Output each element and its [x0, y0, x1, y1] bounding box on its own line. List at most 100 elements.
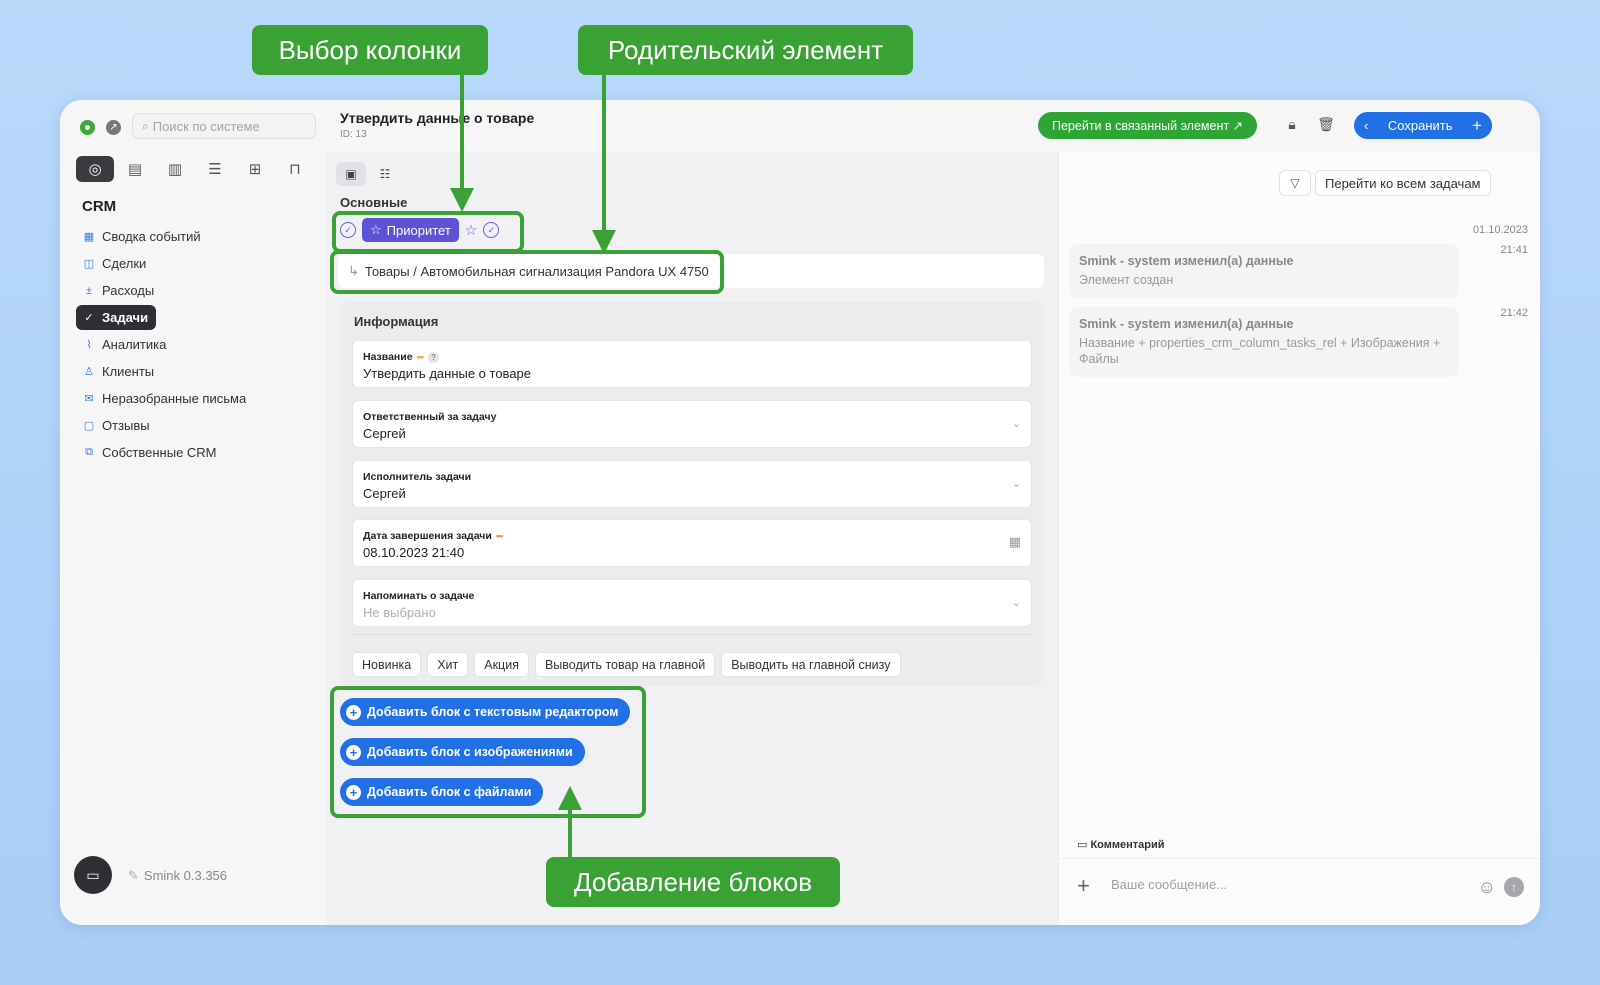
page-title: Утвердить данные о товаре	[340, 110, 535, 126]
external-link-icon[interactable]: ↗	[106, 120, 121, 135]
chart-line-icon: ⌇	[86, 339, 92, 351]
sidebar-item-unsorted-mail[interactable]: ✉ Неразобранные письма	[76, 386, 254, 411]
info-title: Информация	[354, 314, 439, 329]
sidebar-item-events[interactable]: ▦ Сводка событий	[76, 224, 209, 249]
comment-icon: ▭	[1077, 839, 1091, 851]
version-label: Smink 0.3.356	[143, 868, 228, 883]
chip-show-on-main[interactable]: Выводить товар на главной	[534, 652, 716, 677]
dashboard-icon[interactable]: ◎	[76, 156, 114, 182]
sidebar-item-deals[interactable]: ◫ Сделки	[76, 251, 154, 276]
brush-icon[interactable]: ⊓	[276, 156, 314, 182]
section-basic-title: Основные	[340, 195, 408, 210]
chip-show-on-main-bottom[interactable]: Выводить на главной снизу	[721, 652, 901, 677]
book-icon[interactable]: ▥	[156, 156, 194, 182]
search-box[interactable]: ⌕	[132, 113, 316, 139]
go-to-related-button[interactable]: Перейти в связанный элемент ↗	[1038, 112, 1258, 139]
app-version: ✎ Smink 0.3.356	[128, 868, 227, 884]
sidebar-item-analytics[interactable]: ⌇ Аналитика	[76, 332, 174, 357]
required-marker: •••	[495, 531, 504, 541]
chat-button[interactable]: ▭	[74, 856, 112, 894]
sidebar-item-label: Задачи	[102, 310, 149, 325]
plus-minus-icon: ±	[85, 284, 93, 297]
view-toggle: ▣ ☷	[336, 162, 400, 186]
sidebar-item-tasks[interactable]: ✓ Задачи	[76, 305, 157, 330]
name-field[interactable]: Название •••? Утвердить данные о товаре	[352, 340, 1032, 388]
list-view-icon[interactable]: ☷	[370, 162, 400, 186]
board-icon: ◫	[83, 258, 95, 270]
mail-icon: ✉	[84, 393, 94, 405]
grid-icon: ▦	[83, 231, 95, 243]
field-label-text: Дата завершения задачи	[363, 530, 492, 542]
sidebar-toolbar: ◎ ▤ ▥ ☰ ⊞ ⊓	[76, 156, 314, 182]
reminder-select[interactable]: Напоминать о задаче Не выбрано ⌄	[352, 579, 1032, 627]
log-entry: Smink - system изменил(а) данные Названи…	[1069, 307, 1459, 377]
field-label-text: Название	[363, 351, 413, 363]
field-label: Дата завершения задачи •••	[363, 530, 504, 542]
chevron-down-icon: ⌄	[1011, 478, 1021, 490]
search-input[interactable]	[152, 118, 303, 134]
field-value[interactable]: Утвердить данные о товаре	[363, 366, 531, 381]
sidebar: ↗ ⌕ ◎ ▤ ▥ ☰ ⊞ ⊓ CRM ▦ Сводка событий ◫ Сде…	[60, 100, 332, 925]
lock-icon[interactable]: 🔒︎	[1282, 116, 1302, 136]
calendar-icon[interactable]: ▦	[1009, 534, 1021, 550]
online-status-icon[interactable]	[80, 120, 95, 135]
field-label: Напоминать о задаче	[363, 590, 475, 602]
highlight-parent-element	[330, 250, 724, 294]
message-input[interactable]	[1111, 877, 1431, 892]
callout-parent-element: Родительский элемент	[578, 25, 913, 75]
chip-hit[interactable]: Хит	[427, 652, 469, 677]
sidebar-item-label: Расходы	[102, 283, 155, 298]
search-icon: ⌕	[142, 118, 149, 133]
log-detail: Элемент создан	[1079, 273, 1174, 287]
chip-sale[interactable]: Акция	[474, 652, 529, 677]
layout-icon[interactable]: ▤	[116, 156, 154, 182]
sidebar-item-label: Сделки	[102, 256, 147, 271]
due-date-field[interactable]: Дата завершения задачи ••• 08.10.2023 21:…	[352, 519, 1032, 567]
executor-select[interactable]: Исполнитель задачи Сергей ⌄	[352, 460, 1032, 508]
comment-label: ▭ Комментарий	[1077, 838, 1165, 851]
sidebar-item-label: Аналитика	[102, 337, 167, 352]
form-view-icon[interactable]: ▣	[336, 162, 366, 186]
property-chips: Новинка Хит Акция Выводить товар на глав…	[352, 652, 901, 677]
log-date: 01.10.2023	[1472, 224, 1528, 236]
log-title: Smink - system изменил(а) данные	[1079, 254, 1294, 268]
highlight-column-choice	[332, 211, 524, 253]
trash-icon[interactable]: 🗑︎	[1316, 116, 1336, 136]
sidebar-item-label: Сводка событий	[102, 229, 201, 244]
message-composer: + ☺ ↑	[1059, 858, 1540, 925]
required-marker: •••	[416, 352, 425, 362]
log-time: 21:41	[1500, 244, 1528, 256]
comment-label-text: Комментарий	[1090, 839, 1165, 851]
responsible-select[interactable]: Ответственный за задачу Сергей ⌄	[352, 400, 1032, 448]
field-value: Сергей	[363, 486, 406, 501]
chat-icon: ▭	[86, 866, 100, 883]
help-icon[interactable]: ?	[428, 352, 440, 363]
sidebar-section-title: CRM	[82, 198, 117, 215]
sidebar-item-expenses[interactable]: ± Расходы	[76, 278, 162, 303]
sidebar-item-clients[interactable]: ♙ Клиенты	[76, 359, 162, 384]
attach-plus-icon[interactable]: +	[1077, 873, 1090, 899]
pen-icon: ✎	[128, 868, 139, 883]
chip-new[interactable]: Новинка	[352, 652, 422, 677]
sliders-icon[interactable]: ☰	[196, 156, 234, 182]
add-square-icon[interactable]: ⊞	[236, 156, 274, 182]
activity-panel: ▽ Перейти ко всем задачам 01.10.2023 21:…	[1058, 152, 1540, 925]
filter-icon[interactable]: ▽	[1279, 170, 1311, 196]
send-icon[interactable]: ↑	[1504, 877, 1524, 897]
all-tasks-button[interactable]: Перейти ко всем задачам	[1315, 170, 1491, 196]
log-title: Smink - system изменил(а) данные	[1079, 317, 1294, 331]
app-window: ↗ ⌕ ◎ ▤ ▥ ☰ ⊞ ⊓ CRM ▦ Сводка событий ◫ Сде…	[60, 100, 1540, 925]
message-icon: ▢	[83, 420, 95, 432]
field-value: Сергей	[363, 426, 406, 441]
log-time: 21:42	[1500, 307, 1528, 319]
sidebar-item-reviews[interactable]: ▢ Отзывы	[76, 413, 158, 438]
field-value: 08.10.2023 21:40	[363, 545, 465, 560]
save-button[interactable]: ‹ Сохранить +	[1354, 112, 1492, 139]
chevron-down-icon: ⌄	[1011, 597, 1021, 609]
field-value: Не выбрано	[363, 605, 436, 620]
emoji-icon[interactable]: ☺	[1478, 877, 1496, 898]
element-id: ID: 13	[340, 129, 367, 140]
sidebar-item-own-crm[interactable]: ⧉ Собственные CRM	[76, 440, 225, 465]
log-detail: Название + properties_crm_column_tasks_r…	[1079, 336, 1441, 366]
sidebar-item-label: Клиенты	[102, 364, 155, 379]
